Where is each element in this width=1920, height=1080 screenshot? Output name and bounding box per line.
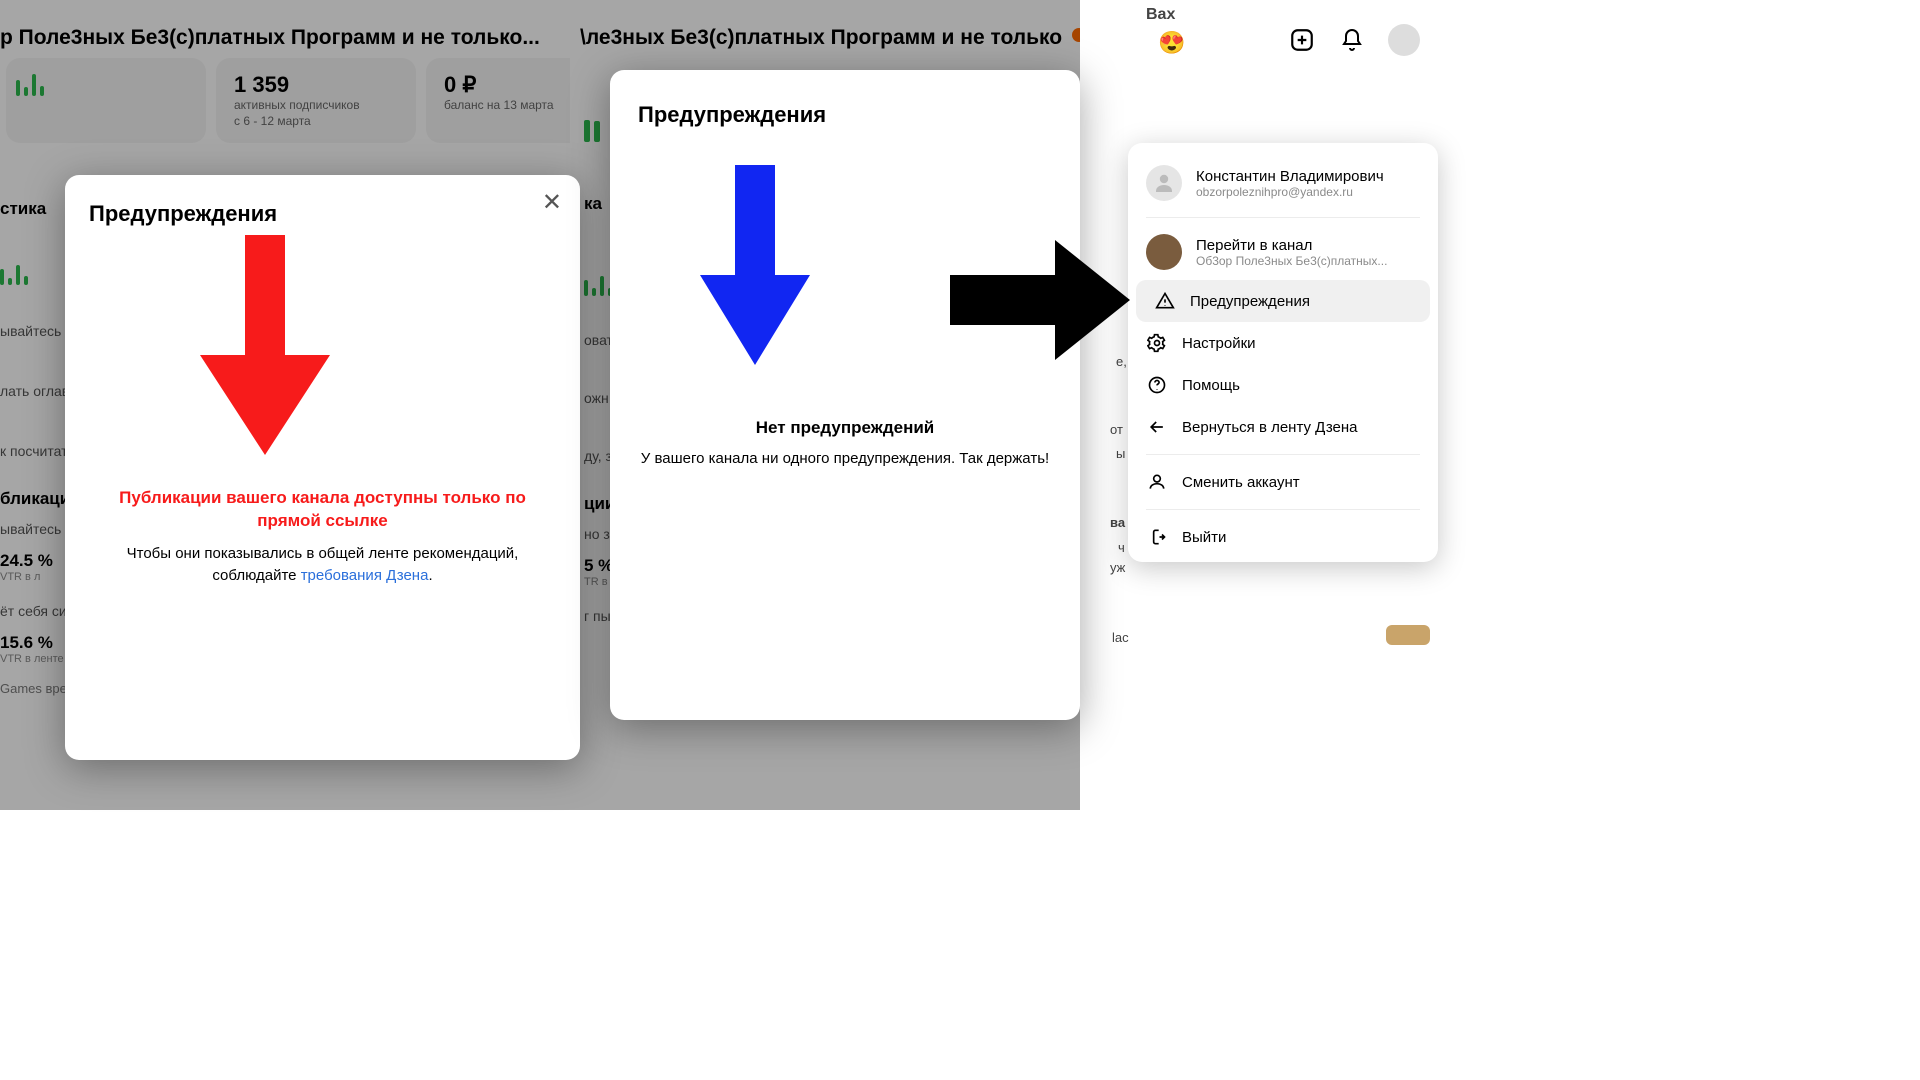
menu-warnings[interactable]: Предупреждения — [1136, 280, 1430, 322]
menu-back-feed[interactable]: Вернуться в ленту Дзена — [1128, 406, 1438, 448]
menu-user[interactable]: Константин Владимирович obzorpoleznihpro… — [1128, 155, 1438, 211]
menu-switch-account[interactable]: Сменить аккаунт — [1128, 461, 1438, 503]
arrow-left-icon — [1146, 416, 1168, 438]
warning-icon — [1154, 290, 1176, 312]
red-arrow-icon — [200, 235, 330, 455]
help-icon — [1146, 374, 1168, 396]
menu-settings[interactable]: Настройки — [1128, 322, 1438, 364]
channel-avatar-icon — [1146, 234, 1182, 270]
switch-account-icon — [1146, 471, 1168, 493]
menu-help[interactable]: Помощь — [1128, 364, 1438, 406]
avatar-icon — [1146, 165, 1182, 201]
blue-arrow-icon — [700, 165, 810, 365]
warnings-modal-clean: Предупреждения Нет предупреждений У ваше… — [610, 70, 1080, 720]
gear-icon — [1146, 332, 1168, 354]
logout-icon — [1146, 526, 1168, 548]
black-arrow-icon — [950, 240, 1130, 360]
no-warnings-title: Нет предупреждений — [638, 418, 1052, 438]
user-menu: Константин Владимирович obzorpoleznihpro… — [1128, 143, 1438, 562]
restriction-headline: Публикации вашего канала доступны только… — [89, 487, 556, 533]
modal-title: Предупреждения — [638, 102, 1052, 128]
menu-logout[interactable]: Выйти — [1128, 516, 1438, 558]
create-button[interactable] — [1288, 26, 1316, 54]
menu-channel[interactable]: Перейти в канал Об3ор Поле3ных Бе3(с)пла… — [1128, 224, 1438, 280]
no-warnings-body: У вашего канала ни одного предупреждения… — [638, 448, 1052, 469]
avatar-button[interactable] — [1388, 24, 1420, 56]
requirements-link[interactable]: требования Дзена — [301, 567, 429, 584]
notifications-button[interactable] — [1338, 26, 1366, 54]
restriction-body: Чтобы они показывались в общей ленте рек… — [89, 543, 556, 587]
close-button[interactable]: ✕ — [542, 191, 562, 215]
modal-title: Предупреждения — [89, 201, 556, 227]
